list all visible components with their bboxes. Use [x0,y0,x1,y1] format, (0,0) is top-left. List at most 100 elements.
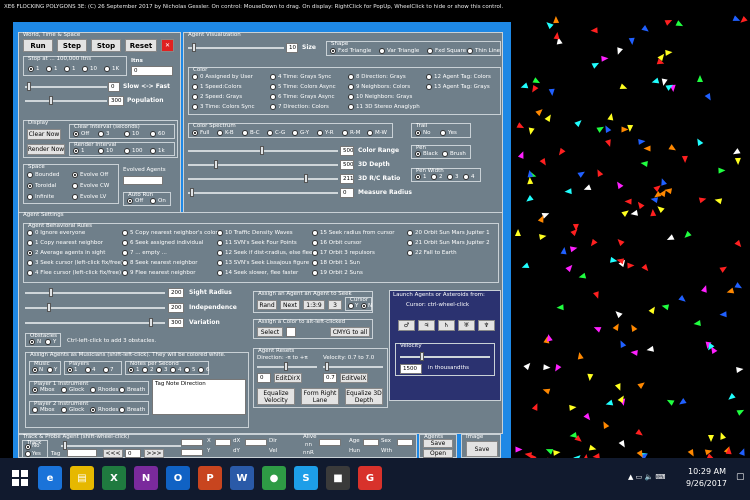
inst1-options-radio-0[interactable] [32,387,38,393]
pen-radio-0[interactable] [415,151,421,157]
close-button[interactable]: ✕ [161,39,174,52]
color-radio-12[interactable] [192,104,198,110]
skype-icon[interactable]: S [294,466,318,490]
equalize-3d-button[interactable]: Equalize 3D Depth [345,388,383,405]
itns-field[interactable]: 0 [131,66,173,76]
notes-options-radio-3[interactable] [170,367,176,373]
clear-now-button[interactable]: Clear Now [27,129,61,140]
flocking-app-icon[interactable]: G [358,466,382,490]
clear-radio-0[interactable] [73,131,79,137]
dir-value-field[interactable]: 0 [257,373,271,383]
rule-radio-14[interactable] [407,250,413,256]
color-radio-10[interactable] [348,94,354,100]
dir-reset-thumb[interactable] [284,362,288,371]
space-radio-0[interactable] [27,172,33,178]
evolved-agents-field[interactable] [123,176,163,185]
launch-east-button[interactable]: ♃ [418,320,435,331]
notes-options-radio-4[interactable] [184,367,190,373]
shape-radio-1[interactable] [379,48,385,54]
color-radio-13[interactable] [270,104,276,110]
cursor-radio-0[interactable] [348,303,354,309]
select-button[interactable]: Select [257,327,283,337]
shape-radio-0[interactable] [330,48,336,54]
color-radio-2[interactable] [348,74,354,80]
inst2-options-radio-0[interactable] [32,407,38,413]
next-agent-button[interactable]: >>> [144,449,164,458]
spectrum-options-radio-6[interactable] [342,130,348,136]
app-icon[interactable]: ■ [326,466,350,490]
inst2-options-radio-2[interactable] [90,407,96,413]
color-radio-1[interactable] [270,74,276,80]
obstacles-radio-1[interactable] [45,339,51,345]
spectrum-options-radio-0[interactable] [192,130,198,136]
auto-run-radio-1[interactable] [150,198,156,204]
edit-vel-button[interactable]: EditVelX [340,373,368,383]
agents-save-button[interactable]: Save [423,439,453,448]
color-radio-9[interactable] [270,94,276,100]
pen-width-radio-3[interactable] [463,174,469,180]
image-save-button[interactable]: Save [466,441,498,457]
onenote-icon[interactable]: N [134,466,158,490]
obstacles-radio-0[interactable] [29,339,35,345]
internet-explorer-icon[interactable]: e [38,466,62,490]
render-now-button[interactable]: Render Now [27,144,65,155]
step-button[interactable]: Step [57,39,87,52]
launch-velocity-thumb[interactable] [420,352,424,361]
rule-radio-20[interactable] [27,270,33,276]
color-radio-0[interactable] [192,74,198,80]
population-thumb[interactable] [49,96,53,105]
stop-at-radio-3[interactable] [82,66,88,72]
rule-radio-0[interactable] [27,230,33,236]
agent-index-field[interactable]: 0 [125,449,141,458]
reset-button[interactable]: Reset [125,39,157,52]
notes-options-radio-0[interactable] [128,367,134,373]
control-panel[interactable]: World, Time & Space Run Step Stop Reset … [13,22,511,458]
notes-options-radio-1[interactable] [142,367,148,373]
vel-reset-thumb[interactable] [325,362,329,371]
rand-button[interactable]: Rand [257,300,277,310]
size-field[interactable]: 10 [286,43,298,53]
track-radio-0[interactable] [25,444,31,450]
equalize-velocity-button[interactable]: Equalize Velocity [257,388,295,405]
tray-icons[interactable]: ▲ ▭ 🔈 ⌨ [628,473,666,481]
trail-radio-0[interactable] [415,130,421,136]
run-button[interactable]: Run [23,39,53,52]
render-radio-1[interactable] [98,148,104,154]
music-radio-0[interactable] [32,367,38,373]
tag-field[interactable] [67,449,97,457]
sight-field[interactable]: 200 [168,288,184,298]
stop-at-radio-4[interactable] [104,66,110,72]
render-radio-0[interactable] [73,148,79,154]
variation-thumb[interactable] [149,318,153,327]
rule-radio-1[interactable] [122,230,128,236]
track-thumb[interactable] [63,441,67,450]
slow-fast-thumb[interactable] [27,82,31,91]
spectrum-options-radio-3[interactable] [267,130,273,136]
rule-radio-17[interactable] [217,260,223,266]
size-thumb[interactable] [192,43,196,52]
pen-width-radio-0[interactable] [415,174,421,180]
music-radio-1[interactable] [47,367,53,373]
pen-width-radio-1[interactable] [431,174,437,180]
stop-button[interactable]: Stop [91,39,121,52]
inst2-options-radio-3[interactable] [119,407,125,413]
excel-icon[interactable]: X [102,466,126,490]
players-radio-0[interactable] [67,367,73,373]
auto-run-radio-0[interactable] [127,198,133,204]
rule-radio-15[interactable] [27,260,33,266]
trail-radio-1[interactable] [440,130,446,136]
powerpoint-icon[interactable]: P [198,466,222,490]
rc-field[interactable]: 211 [340,174,354,184]
rule-radio-23[interactable] [312,270,318,276]
evolve-radio-0[interactable] [72,172,78,178]
launch-south-button[interactable]: ♅ [458,320,475,331]
rule-radio-6[interactable] [122,240,128,246]
vel-value-field[interactable]: 0.7 [323,373,337,383]
color-range-field[interactable]: 500 [340,146,354,156]
clock-time[interactable]: 10:29 AM [688,467,726,476]
color-swatch[interactable] [286,327,296,337]
stop-at-radio-0[interactable] [28,66,34,72]
rule-radio-12[interactable] [217,250,223,256]
population-field[interactable]: 300 [108,96,124,106]
launch-point-button[interactable]: ♄ [438,320,455,331]
